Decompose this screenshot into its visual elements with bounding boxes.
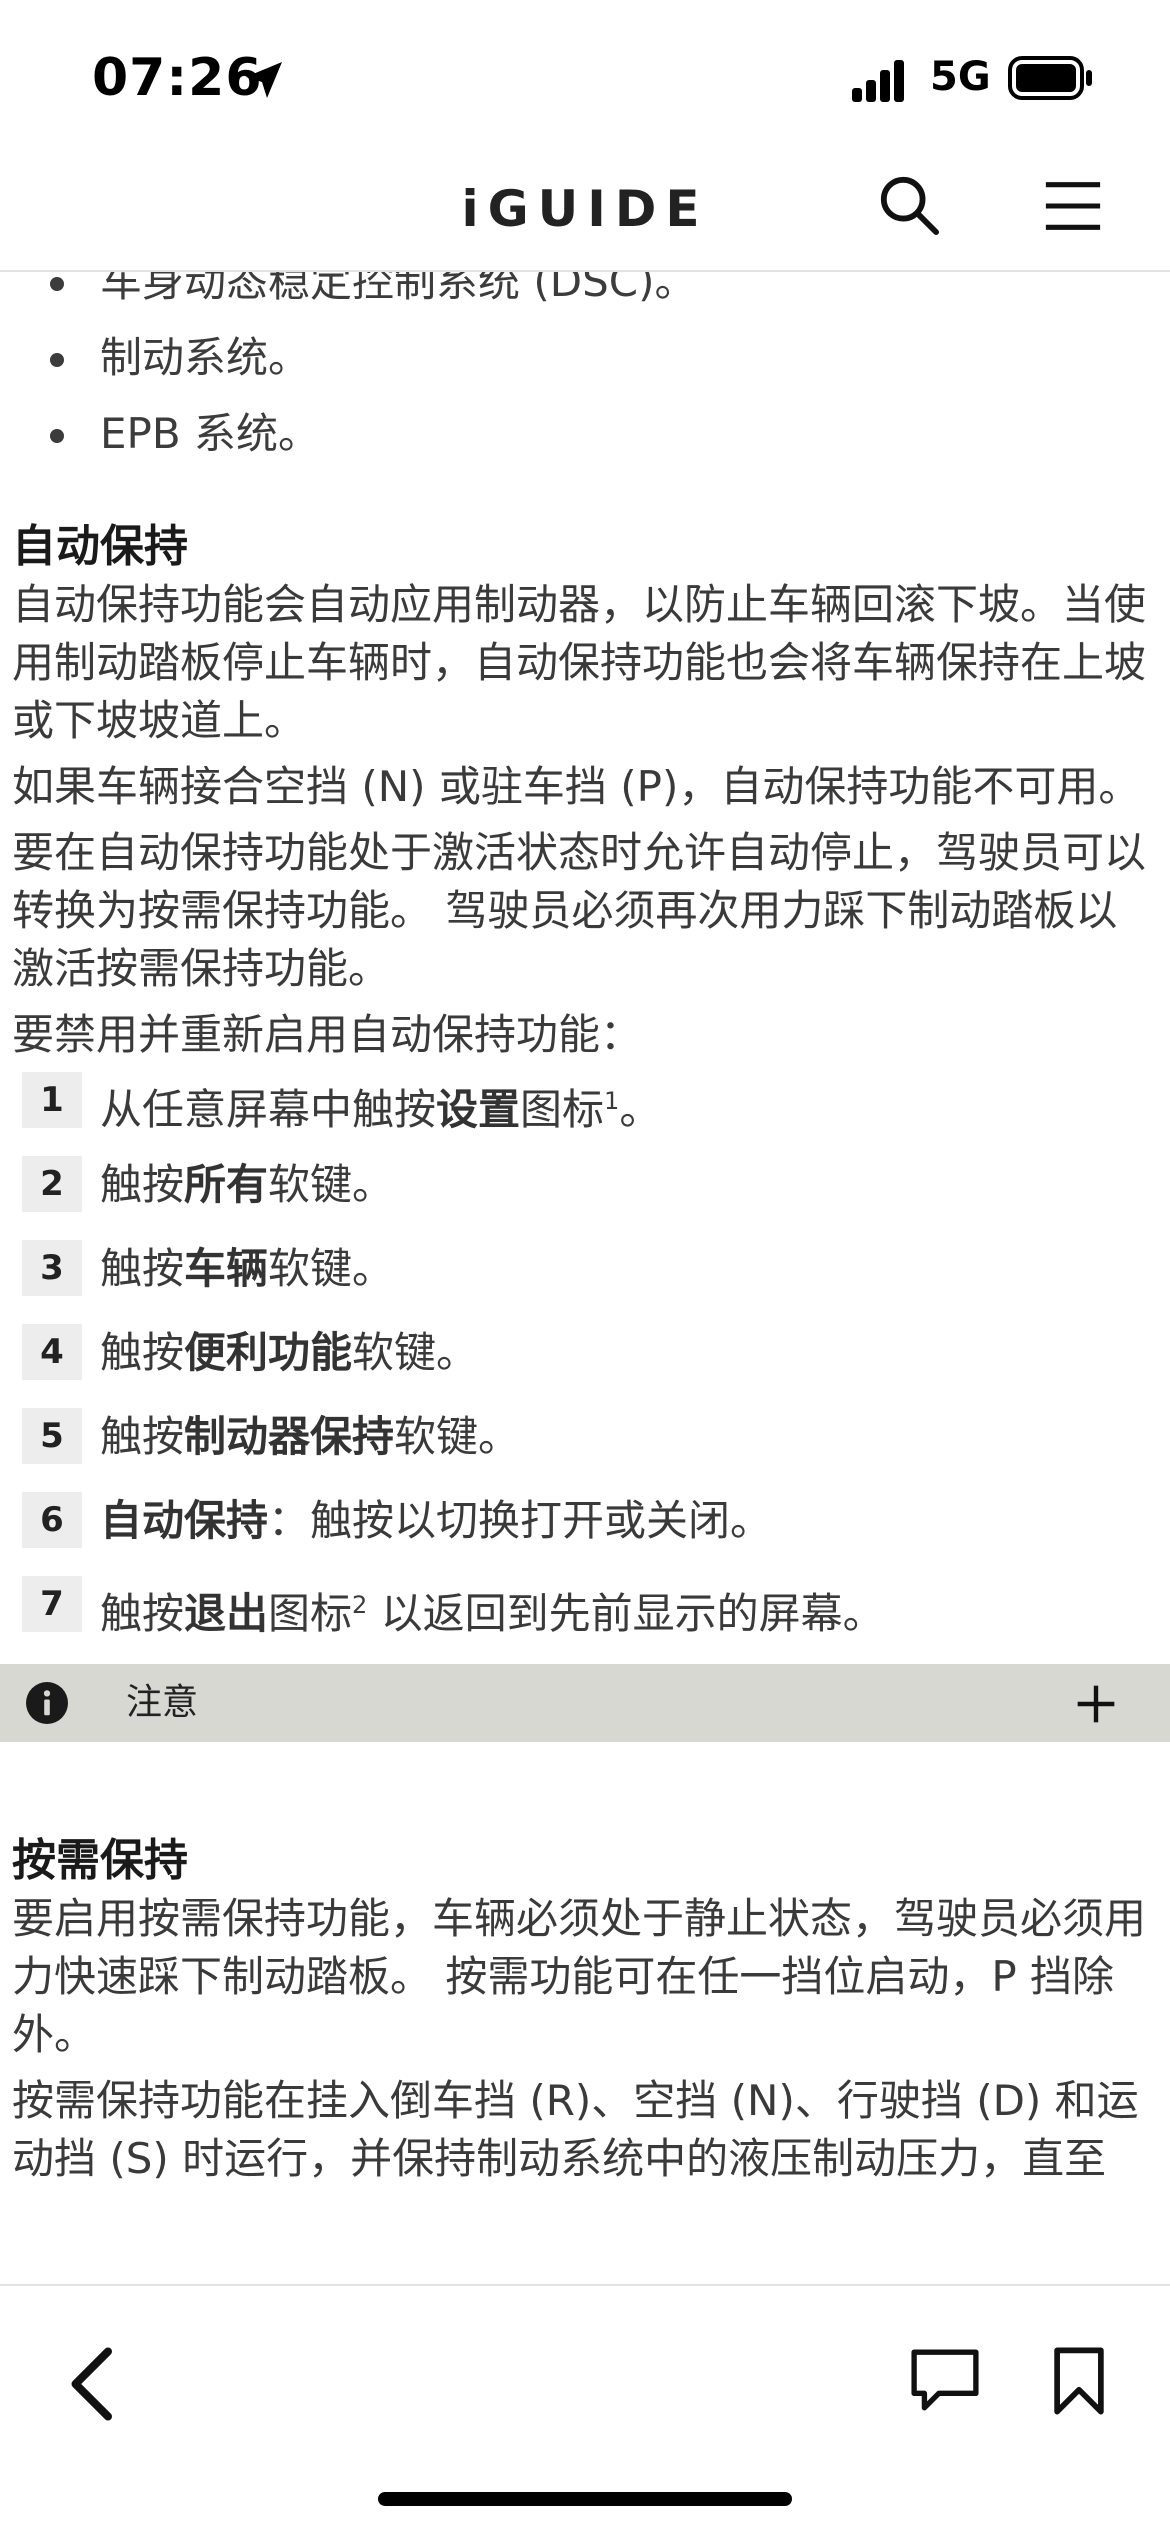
step-bold-term: 退出 [184, 1589, 269, 1638]
step-bold-term: 自动保持 [100, 1496, 269, 1545]
list-item: 制动系统。 [0, 320, 1170, 396]
step-bold-term: 设置 [436, 1085, 521, 1134]
info-icon [26, 1682, 68, 1724]
step-bold-term: 便利功能 [184, 1328, 353, 1377]
step-text: 触按 [100, 1589, 185, 1638]
step-number: 6 [22, 1492, 82, 1548]
step-item: 2 触按所有软键。 [0, 1156, 1170, 1240]
step-text: 以返回到先前显示的屏幕。 [367, 1589, 885, 1638]
step-text: ：触按以切换打开或关闭。 [268, 1496, 773, 1545]
comment-icon[interactable] [910, 2348, 980, 2414]
section-heading-auto-hold: 自动保持 [12, 521, 188, 572]
step-item: 6 自动保持：触按以切换打开或关闭。 [0, 1492, 1170, 1576]
app-title: iGUIDE [461, 180, 709, 238]
step-text: 软键。 [268, 1244, 395, 1293]
note-accordion[interactable]: 注意 [0, 1664, 1170, 1742]
note-label: 注意 [126, 1682, 199, 1723]
menu-icon[interactable] [1042, 178, 1104, 234]
step-item: 1 从任意屏幕中触按设置图标1。 [0, 1072, 1170, 1156]
step-number: 5 [22, 1408, 82, 1464]
paragraph: 要在自动保持功能处于激活状态时允许自动停止，驾驶员可以转换为按需保持功能。 驾驶… [12, 828, 1147, 993]
step-number: 3 [22, 1240, 82, 1296]
search-icon[interactable] [878, 174, 940, 236]
paragraph: 要禁用并重新启用自动保持功能： [12, 1010, 643, 1059]
paragraph: 要启用按需保持功能，车辆必须处于静止状态，驾驶员必须用力快速踩下制动踏板。 按需… [12, 1894, 1147, 2059]
step-item: 3 触按车辆软键。 [0, 1240, 1170, 1324]
step-text: 软键。 [394, 1412, 521, 1461]
footnote-ref[interactable]: 1 [604, 1087, 619, 1115]
step-number: 7 [22, 1576, 82, 1632]
status-bar: 07:26 5G [0, 0, 1170, 150]
bottom-toolbar [0, 2284, 1170, 2534]
step-text: 触按 [100, 1160, 185, 1209]
step-text: 软键。 [352, 1328, 479, 1377]
step-text: 图标 [520, 1085, 605, 1134]
step-number: 2 [22, 1156, 82, 1212]
article-content[interactable]: 车身动态稳定控制系统 (DSC)。 制动系统。 EPB 系统。 自动保持 自动保… [0, 272, 1170, 2284]
section-heading-on-demand-hold: 按需保持 [12, 1835, 188, 1886]
network-type: 5G [930, 54, 991, 100]
list-item: EPB 系统。 [0, 396, 1170, 472]
paragraph: 自动保持功能会自动应用制动器，以防止车辆回滚下坡。当使用制动踏板停止车辆时，自动… [12, 580, 1147, 745]
step-text: 软键。 [268, 1160, 395, 1209]
system-bullet-list: 车身动态稳定控制系统 (DSC)。 制动系统。 EPB 系统。 [0, 272, 1170, 472]
step-text: 图标 [268, 1589, 353, 1638]
step-bold-term: 所有 [184, 1160, 269, 1209]
step-item: 7 触按退出图标2 以返回到先前显示的屏幕。 [0, 1576, 1170, 1660]
location-arrow-icon [246, 62, 282, 98]
step-text: 触按 [100, 1244, 185, 1293]
expand-plus-icon[interactable] [1074, 1682, 1118, 1726]
footnote-ref[interactable]: 2 [352, 1591, 367, 1619]
step-text: 。 [619, 1085, 662, 1134]
app-header: iGUIDE [0, 150, 1170, 272]
signal-bars-icon [852, 60, 904, 102]
paragraph: 按需保持功能在挂入倒车挡 (R)、空挡 (N)、行驶挡 (D) 和运动挡 (S)… [12, 2076, 1139, 2183]
step-item: 4 触按便利功能软键。 [0, 1324, 1170, 1408]
step-text: 从任意屏幕中触按 [100, 1085, 437, 1134]
step-item: 5 触按制动器保持软键。 [0, 1408, 1170, 1492]
back-chevron-icon[interactable] [68, 2346, 118, 2422]
home-indicator [378, 2492, 792, 2506]
step-bold-term: 制动器保持 [184, 1412, 395, 1461]
step-number: 4 [22, 1324, 82, 1380]
step-number: 1 [22, 1072, 82, 1128]
battery-icon [1008, 56, 1092, 100]
step-text: 触按 [100, 1412, 185, 1461]
paragraph: 如果车辆接合空挡 (N) 或驻车挡 (P)，自动保持功能不可用。 [12, 762, 1141, 811]
steps-list: 1 从任意屏幕中触按设置图标1。 2 触按所有软键。 3 触按车辆软键。 4 触按便利功… [0, 1072, 1170, 1660]
list-item: 车身动态稳定控制系统 (DSC)。 [0, 272, 1170, 320]
status-time: 07:26 [92, 48, 263, 108]
step-text: 触按 [100, 1328, 185, 1377]
bookmark-icon[interactable] [1052, 2346, 1106, 2416]
step-bold-term: 车辆 [184, 1244, 269, 1293]
